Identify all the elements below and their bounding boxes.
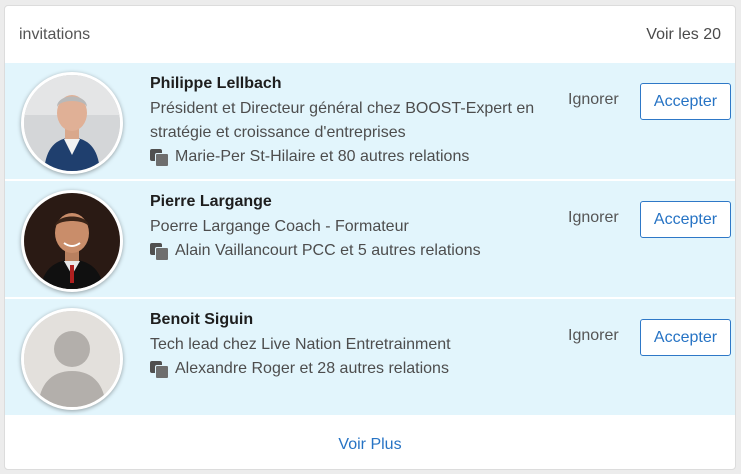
card-title: invitations <box>19 25 91 43</box>
see-more-link[interactable]: Voir Plus <box>338 436 401 454</box>
mutual-connections-icon <box>150 361 169 379</box>
accept-button[interactable]: Accepter <box>640 319 731 356</box>
mutual-connections-text: Alain Vaillancourt PCC et 5 autres relat… <box>175 242 481 259</box>
mutual-connections[interactable]: Alexandre Roger et 28 autres relations <box>150 357 550 381</box>
mutual-connections-text: Marie-Per St-Hilaire et 80 autres relati… <box>175 148 470 165</box>
person-name[interactable]: Philippe Lellbach <box>150 73 550 95</box>
invitation-info: Philippe Lellbach Président et Directeur… <box>150 73 550 169</box>
card-header: invitations Voir les 20 <box>5 6 735 63</box>
avatar[interactable] <box>21 190 123 292</box>
invitation-info: Pierre Largange Poerre Largange Coach - … <box>150 191 550 263</box>
see-all-link[interactable]: Voir les 20 <box>646 26 721 44</box>
person-title: Poerre Largange Coach - Formateur <box>150 218 409 235</box>
mutual-connections[interactable]: Alain Vaillancourt PCC et 5 autres relat… <box>150 239 550 263</box>
ignore-button[interactable]: Ignorer <box>568 91 619 109</box>
ignore-button[interactable]: Ignorer <box>568 327 619 345</box>
avatar-photo-icon <box>24 75 120 171</box>
avatar[interactable] <box>21 72 123 174</box>
ignore-button[interactable]: Ignorer <box>568 209 619 227</box>
person-title-continued: stratégie et croissance d'entreprises <box>150 124 406 141</box>
invitation-row: Philippe Lellbach Président et Directeur… <box>5 63 735 181</box>
mutual-connections-icon <box>150 149 169 167</box>
accept-button[interactable]: Accepter <box>640 201 731 238</box>
avatar[interactable] <box>21 308 123 410</box>
invitation-row: Pierre Largange Poerre Largange Coach - … <box>5 181 735 299</box>
person-name[interactable]: Benoit Siguin <box>150 309 550 331</box>
invitation-list: Philippe Lellbach Président et Directeur… <box>5 63 735 415</box>
invitations-card: invitations Voir les 20 Philippe Lellbac… <box>4 5 736 470</box>
person-title: Tech lead chez Live Nation Entretrainmen… <box>150 336 451 353</box>
mutual-connections-text: Alexandre Roger et 28 autres relations <box>175 360 449 377</box>
invitation-info: Benoit Siguin Tech lead chez Live Nation… <box>150 309 550 381</box>
person-title: Président et Directeur général chez BOOS… <box>150 100 535 117</box>
mutual-connections[interactable]: Marie-Per St-Hilaire et 80 autres relati… <box>150 145 550 169</box>
default-avatar-icon <box>24 311 120 407</box>
avatar-photo-icon <box>24 193 120 289</box>
accept-button[interactable]: Accepter <box>640 83 731 120</box>
card-footer: Voir Plus <box>5 418 735 469</box>
invitation-row: Benoit Siguin Tech lead chez Live Nation… <box>5 299 735 415</box>
person-name[interactable]: Pierre Largange <box>150 191 550 213</box>
mutual-connections-icon <box>150 243 169 261</box>
